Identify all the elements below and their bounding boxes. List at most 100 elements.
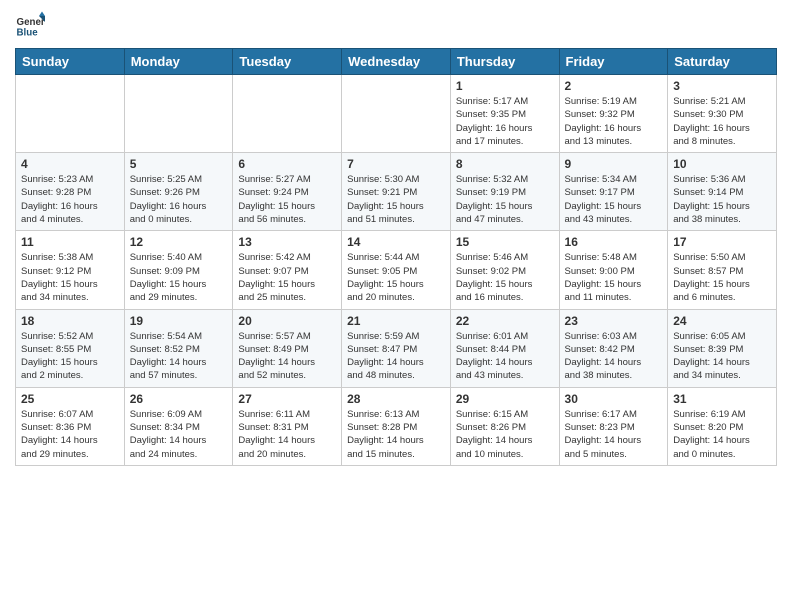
calendar-cell: 20Sunrise: 5:57 AM Sunset: 8:49 PM Dayli…	[233, 309, 342, 387]
day-number: 6	[238, 157, 336, 171]
day-info: Sunrise: 5:54 AM Sunset: 8:52 PM Dayligh…	[130, 330, 228, 383]
day-number: 3	[673, 79, 771, 93]
calendar-cell: 17Sunrise: 5:50 AM Sunset: 8:57 PM Dayli…	[668, 231, 777, 309]
day-info: Sunrise: 5:25 AM Sunset: 9:26 PM Dayligh…	[130, 173, 228, 226]
day-info: Sunrise: 5:21 AM Sunset: 9:30 PM Dayligh…	[673, 95, 771, 148]
day-info: Sunrise: 5:19 AM Sunset: 9:32 PM Dayligh…	[565, 95, 663, 148]
weekday-header-row: SundayMondayTuesdayWednesdayThursdayFrid…	[16, 49, 777, 75]
calendar-cell: 11 Sunrise: 5:38 AM Sunset: 9:12 PM Dayli…	[16, 231, 125, 309]
calendar-cell: 10 Sunrise: 5:36 AM Sunset: 9:14 PM Dayli…	[668, 153, 777, 231]
day-info: Sunrise: 5:48 AM Sunset: 9:00 PM Dayligh…	[565, 251, 663, 304]
weekday-header-monday: Monday	[124, 49, 233, 75]
day-info: Sunrise: 5:30 AM Sunset: 9:21 PM Dayligh…	[347, 173, 445, 226]
day-number: 11	[21, 235, 119, 249]
calendar-cell	[124, 75, 233, 153]
calendar-cell: 13 Sunrise: 5:42 AM Sunset: 9:07 PM Dayli…	[233, 231, 342, 309]
day-number: 21	[347, 314, 445, 328]
calendar-cell: 18Sunrise: 5:52 AM Sunset: 8:55 PM Dayli…	[16, 309, 125, 387]
calendar-cell: 19 Sunrise: 5:54 AM Sunset: 8:52 PM Dayli…	[124, 309, 233, 387]
day-number: 8	[456, 157, 554, 171]
calendar-cell: 5 Sunrise: 5:25 AM Sunset: 9:26 PM Daylig…	[124, 153, 233, 231]
day-number: 17	[673, 235, 771, 249]
day-number: 19	[130, 314, 228, 328]
day-info: Sunrise: 6:15 AM Sunset: 8:26 PM Dayligh…	[456, 408, 554, 461]
page-container: General Blue SundayMondayTuesdayWednesda…	[0, 0, 792, 476]
day-info: Sunrise: 5:59 AM Sunset: 8:47 PM Dayligh…	[347, 330, 445, 383]
day-info: Sunrise: 6:17 AM Sunset: 8:23 PM Dayligh…	[565, 408, 663, 461]
day-info: Sunrise: 5:17 AM Sunset: 9:35 PM Dayligh…	[456, 95, 554, 148]
calendar-cell	[233, 75, 342, 153]
calendar-cell	[16, 75, 125, 153]
calendar-week-row: 4 Sunrise: 5:23 AM Sunset: 9:28 PM Daylig…	[16, 153, 777, 231]
calendar-cell: 12 Sunrise: 5:40 AM Sunset: 9:09 PM Dayli…	[124, 231, 233, 309]
day-number: 2	[565, 79, 663, 93]
day-info: Sunrise: 5:40 AM Sunset: 9:09 PM Dayligh…	[130, 251, 228, 304]
day-number: 30	[565, 392, 663, 406]
svg-text:Blue: Blue	[17, 28, 39, 39]
calendar-cell	[342, 75, 451, 153]
day-number: 1	[456, 79, 554, 93]
day-number: 5	[130, 157, 228, 171]
day-number: 25	[21, 392, 119, 406]
weekday-header-friday: Friday	[559, 49, 668, 75]
calendar-cell: 24 Sunrise: 6:05 AM Sunset: 8:39 PM Dayli…	[668, 309, 777, 387]
calendar-cell: 21 Sunrise: 5:59 AM Sunset: 8:47 PM Dayli…	[342, 309, 451, 387]
day-info: Sunrise: 6:09 AM Sunset: 8:34 PM Dayligh…	[130, 408, 228, 461]
day-number: 15	[456, 235, 554, 249]
day-number: 4	[21, 157, 119, 171]
day-number: 24	[673, 314, 771, 328]
calendar-week-row: 25 Sunrise: 6:07 AM Sunset: 8:36 PM Dayli…	[16, 387, 777, 465]
day-number: 31	[673, 392, 771, 406]
day-info: Sunrise: 6:05 AM Sunset: 8:39 PM Dayligh…	[673, 330, 771, 383]
day-number: 12	[130, 235, 228, 249]
day-number: 28	[347, 392, 445, 406]
calendar-cell: 26Sunrise: 6:09 AM Sunset: 8:34 PM Dayli…	[124, 387, 233, 465]
day-info: Sunrise: 5:52 AM Sunset: 8:55 PM Dayligh…	[21, 330, 119, 383]
day-info: Sunrise: 6:07 AM Sunset: 8:36 PM Dayligh…	[21, 408, 119, 461]
calendar-cell: 6 Sunrise: 5:27 AM Sunset: 9:24 PM Daylig…	[233, 153, 342, 231]
calendar-cell: 25 Sunrise: 6:07 AM Sunset: 8:36 PM Dayli…	[16, 387, 125, 465]
calendar-cell: 23Sunrise: 6:03 AM Sunset: 8:42 PM Dayli…	[559, 309, 668, 387]
svg-text:General: General	[17, 17, 46, 28]
day-info: Sunrise: 5:36 AM Sunset: 9:14 PM Dayligh…	[673, 173, 771, 226]
weekday-header-thursday: Thursday	[450, 49, 559, 75]
day-number: 14	[347, 235, 445, 249]
weekday-header-saturday: Saturday	[668, 49, 777, 75]
day-number: 23	[565, 314, 663, 328]
day-info: Sunrise: 6:11 AM Sunset: 8:31 PM Dayligh…	[238, 408, 336, 461]
day-info: Sunrise: 6:19 AM Sunset: 8:20 PM Dayligh…	[673, 408, 771, 461]
day-info: Sunrise: 5:34 AM Sunset: 9:17 PM Dayligh…	[565, 173, 663, 226]
calendar-cell: 16 Sunrise: 5:48 AM Sunset: 9:00 PM Dayli…	[559, 231, 668, 309]
calendar-cell: 22 Sunrise: 6:01 AM Sunset: 8:44 PM Dayli…	[450, 309, 559, 387]
day-info: Sunrise: 5:38 AM Sunset: 9:12 PM Dayligh…	[21, 251, 119, 304]
day-number: 16	[565, 235, 663, 249]
calendar-cell: 9 Sunrise: 5:34 AM Sunset: 9:17 PM Daylig…	[559, 153, 668, 231]
day-number: 7	[347, 157, 445, 171]
calendar-cell: 27Sunrise: 6:11 AM Sunset: 8:31 PM Dayli…	[233, 387, 342, 465]
calendar-week-row: 18Sunrise: 5:52 AM Sunset: 8:55 PM Dayli…	[16, 309, 777, 387]
day-info: Sunrise: 5:42 AM Sunset: 9:07 PM Dayligh…	[238, 251, 336, 304]
day-number: 10	[673, 157, 771, 171]
calendar-cell: 30 Sunrise: 6:17 AM Sunset: 8:23 PM Dayli…	[559, 387, 668, 465]
calendar-week-row: 1 Sunrise: 5:17 AM Sunset: 9:35 PM Daylig…	[16, 75, 777, 153]
calendar-cell: 29 Sunrise: 6:15 AM Sunset: 8:26 PM Dayli…	[450, 387, 559, 465]
day-number: 22	[456, 314, 554, 328]
calendar-cell: 15 Sunrise: 5:46 AM Sunset: 9:02 PM Dayli…	[450, 231, 559, 309]
header: General Blue	[15, 10, 777, 40]
day-info: Sunrise: 5:27 AM Sunset: 9:24 PM Dayligh…	[238, 173, 336, 226]
day-number: 9	[565, 157, 663, 171]
day-number: 13	[238, 235, 336, 249]
day-info: Sunrise: 6:13 AM Sunset: 8:28 PM Dayligh…	[347, 408, 445, 461]
calendar-cell: 2 Sunrise: 5:19 AM Sunset: 9:32 PM Daylig…	[559, 75, 668, 153]
calendar-cell: 1 Sunrise: 5:17 AM Sunset: 9:35 PM Daylig…	[450, 75, 559, 153]
day-info: Sunrise: 6:01 AM Sunset: 8:44 PM Dayligh…	[456, 330, 554, 383]
day-number: 20	[238, 314, 336, 328]
day-info: Sunrise: 5:46 AM Sunset: 9:02 PM Dayligh…	[456, 251, 554, 304]
day-number: 29	[456, 392, 554, 406]
logo-icon: General Blue	[15, 10, 45, 40]
day-info: Sunrise: 5:23 AM Sunset: 9:28 PM Dayligh…	[21, 173, 119, 226]
calendar-cell: 8 Sunrise: 5:32 AM Sunset: 9:19 PM Daylig…	[450, 153, 559, 231]
calendar-cell: 4 Sunrise: 5:23 AM Sunset: 9:28 PM Daylig…	[16, 153, 125, 231]
day-info: Sunrise: 5:32 AM Sunset: 9:19 PM Dayligh…	[456, 173, 554, 226]
weekday-header-wednesday: Wednesday	[342, 49, 451, 75]
